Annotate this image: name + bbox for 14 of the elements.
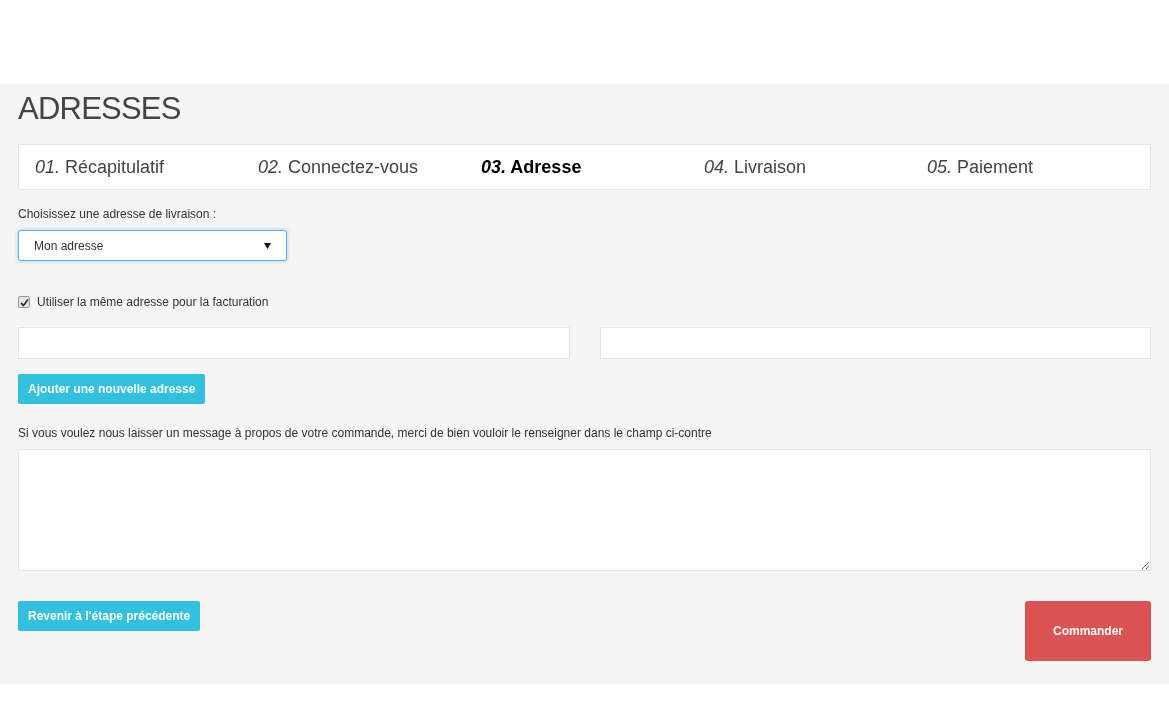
order-button[interactable]: Commander (1025, 601, 1151, 661)
message-field[interactable] (18, 449, 1151, 571)
checkbox-label: Utiliser la même adresse pour la facturation (37, 294, 269, 311)
address-select[interactable]: Mon adresse (18, 230, 287, 261)
field-label: Si vous voulez nous laisser un message à propos de votre commande, merci de bien vouloir le renseigner dans le champ ci-contre (18, 425, 713, 442)
step-tab[interactable]: 05. Paiement (927, 153, 1150, 181)
checkbox[interactable] (18, 296, 30, 308)
field-label: Choisissez une adresse de livraison : (18, 206, 218, 223)
step-tab[interactable]: 01. Récapitulatif (35, 153, 258, 181)
dropdown-caret-icon (264, 242, 271, 249)
step-tab[interactable]: 03. Adresse (481, 153, 704, 181)
step-tab[interactable]: 02. Connectez-vous (258, 153, 481, 181)
page-title: ADRESSES (18, 90, 182, 128)
step-tab[interactable]: 04. Livraison (704, 153, 927, 181)
